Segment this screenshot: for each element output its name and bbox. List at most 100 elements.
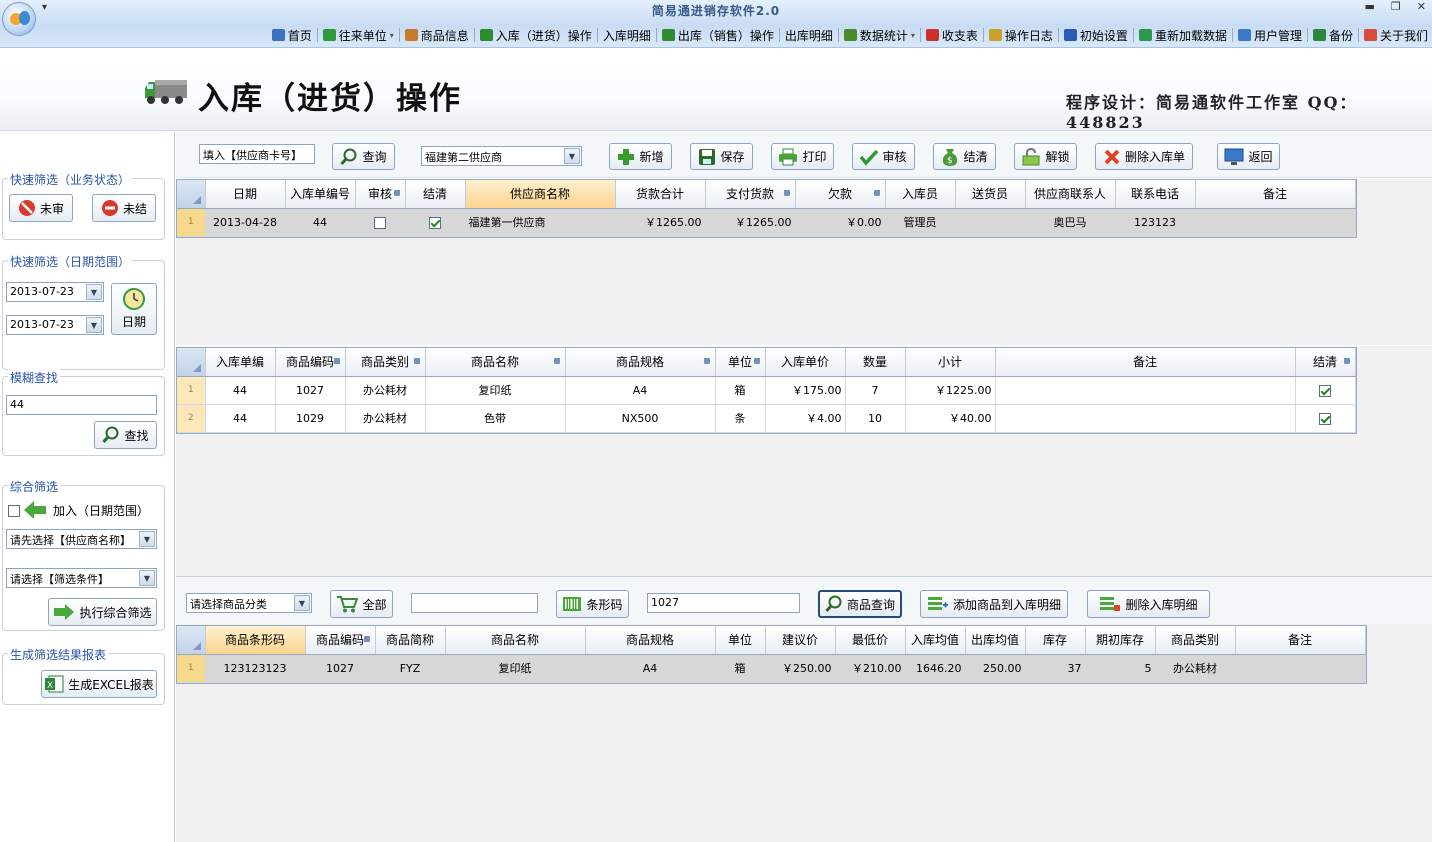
- add-button[interactable]: 新增: [609, 143, 672, 170]
- cell-owed[interactable]: ￥0.00: [795, 208, 886, 237]
- col-detail-price[interactable]: 入库单价: [765, 348, 846, 377]
- col-settled[interactable]: 结清: [405, 180, 466, 209]
- chevron-down-icon[interactable]: ▼: [86, 284, 102, 300]
- cell-remark[interactable]: [1195, 208, 1356, 237]
- cell-subtotal[interactable]: ￥40.00: [905, 404, 996, 433]
- menu-item-1[interactable]: 往来单位 ▾: [319, 25, 398, 45]
- col-detail-order-no[interactable]: 入库单编: [205, 348, 276, 377]
- col-product-category[interactable]: 商品类别: [1155, 626, 1236, 655]
- col-detail-qty[interactable]: 数量: [845, 348, 906, 377]
- save-button[interactable]: 保存: [690, 143, 753, 170]
- category-select[interactable]: 请选择商品分类 ▼: [186, 593, 312, 613]
- chevron-down-icon[interactable]: ▼: [139, 570, 155, 586]
- run-combined-filter-button[interactable]: 执行综合筛选: [48, 598, 157, 626]
- col-detail-name[interactable]: 商品名称: [425, 348, 566, 377]
- product-query-button[interactable]: 商品查询: [818, 590, 902, 618]
- cell-spec[interactable]: A4: [565, 376, 716, 405]
- cell-subtotal[interactable]: ￥1225.00: [905, 376, 996, 405]
- supplier-filter-select[interactable]: 请先选择【供应商名称】 ▼: [6, 529, 157, 549]
- close-button[interactable]: ✕: [1417, 0, 1426, 13]
- date-from-picker[interactable]: 2013-07-23 ▼: [6, 282, 104, 302]
- supplier-select[interactable]: 福建第二供应商 ▼: [421, 146, 582, 166]
- approved-checkbox[interactable]: [374, 216, 386, 229]
- cell-code[interactable]: 1027: [275, 376, 346, 405]
- col-contact[interactable]: 供应商联系人: [1025, 180, 1116, 209]
- col-product-unit[interactable]: 单位: [715, 626, 766, 655]
- menu-item-4[interactable]: 入库明细: [599, 25, 655, 45]
- col-product-short[interactable]: 商品简称: [375, 626, 446, 655]
- approve-button[interactable]: 审核: [852, 143, 915, 170]
- cell-order-no[interactable]: 44: [205, 376, 276, 405]
- cell-in-avg[interactable]: 1646.20: [905, 654, 966, 683]
- details-corner[interactable]: [177, 348, 206, 377]
- col-detail-remark[interactable]: 备注: [995, 348, 1296, 377]
- col-detail-unit[interactable]: 单位: [715, 348, 766, 377]
- fuzzy-search-input[interactable]: 44: [6, 395, 157, 415]
- cell-category[interactable]: 办公耗材: [1155, 654, 1236, 683]
- col-remark[interactable]: 备注: [1195, 180, 1356, 209]
- cell-remark[interactable]: [1235, 654, 1366, 683]
- menu-item-5[interactable]: 出库（销售）操作: [658, 25, 778, 45]
- product-code-input[interactable]: 1027: [647, 593, 800, 613]
- menu-item-14[interactable]: 关于我们: [1360, 25, 1432, 45]
- cell-paid[interactable]: ￥1265.00: [705, 208, 796, 237]
- orders-corner[interactable]: [177, 180, 206, 209]
- fuzzy-search-button[interactable]: 查找: [94, 421, 157, 449]
- table-row[interactable]: 2 44 1029 办公耗材 色带 NX500 条 ￥4.00 10 ￥40.0…: [177, 404, 1356, 433]
- chevron-down-icon[interactable]: ▼: [86, 317, 102, 333]
- col-product-out-avg[interactable]: 出库均值: [965, 626, 1026, 655]
- unlock-button[interactable]: 解锁: [1014, 143, 1077, 170]
- col-detail-subtotal[interactable]: 小计: [905, 348, 996, 377]
- table-row[interactable]: 1 2013-04-28 44 福建第一供应商 ￥1265.00 ￥1265.0…: [177, 208, 1356, 237]
- chevron-down-icon[interactable]: ▼: [294, 595, 310, 611]
- cell-phone[interactable]: 123123: [1115, 208, 1196, 237]
- col-paid[interactable]: 支付货款: [705, 180, 796, 209]
- cell-category[interactable]: 办公耗材: [345, 404, 426, 433]
- delete-detail-button[interactable]: 删除入库明细: [1087, 590, 1210, 618]
- col-product-stock[interactable]: 库存: [1025, 626, 1086, 655]
- cell-price[interactable]: ￥175.00: [765, 376, 846, 405]
- cell-barcode[interactable]: 123123123: [205, 654, 306, 683]
- col-product-spec[interactable]: 商品规格: [585, 626, 716, 655]
- col-product-in-avg[interactable]: 入库均值: [905, 626, 966, 655]
- col-owed[interactable]: 欠款: [795, 180, 886, 209]
- menu-item-13[interactable]: 备份: [1309, 25, 1357, 45]
- col-product-barcode[interactable]: 商品条形码: [205, 626, 306, 655]
- barcode-button[interactable]: 条形码: [556, 590, 629, 618]
- cell-code[interactable]: 1029: [275, 404, 346, 433]
- cell-remark[interactable]: [995, 376, 1296, 405]
- col-product-suggest[interactable]: 建议价: [765, 626, 836, 655]
- col-supplier[interactable]: 供应商名称: [465, 180, 616, 209]
- settled-checkbox[interactable]: [1319, 384, 1331, 397]
- col-detail-code[interactable]: 商品编码: [275, 348, 346, 377]
- cell-clerk[interactable]: 管理员: [885, 208, 956, 237]
- col-product-min[interactable]: 最低价: [835, 626, 906, 655]
- cell-price[interactable]: ￥4.00: [765, 404, 846, 433]
- cell-name[interactable]: 复印纸: [445, 654, 586, 683]
- add-to-detail-button[interactable]: 添加商品到入库明细: [920, 590, 1068, 618]
- col-courier[interactable]: 送货员: [955, 180, 1026, 209]
- cell-remark[interactable]: [995, 404, 1296, 433]
- cell-contact[interactable]: 奥巴马: [1025, 208, 1116, 237]
- col-detail-spec[interactable]: 商品规格: [565, 348, 716, 377]
- col-detail-category[interactable]: 商品类别: [345, 348, 426, 377]
- table-row[interactable]: 1 123123123 1027 FYZ 复印纸 A4 箱 ￥250.00 ￥2…: [177, 654, 1366, 683]
- cell-qty[interactable]: 10: [845, 404, 906, 433]
- menu-item-2[interactable]: 商品信息: [401, 25, 473, 45]
- col-date[interactable]: 日期: [205, 180, 286, 209]
- unapproved-button[interactable]: 未审: [9, 194, 73, 222]
- chevron-down-icon[interactable]: ▼: [564, 148, 580, 164]
- cell-unit[interactable]: 条: [715, 404, 766, 433]
- barcode-input[interactable]: [411, 593, 538, 613]
- menu-item-11[interactable]: 重新加载数据: [1135, 25, 1231, 45]
- cell-init-stock[interactable]: 5: [1085, 654, 1156, 683]
- menu-item-7[interactable]: 数据统计 ▾: [840, 25, 919, 45]
- menu-item-6[interactable]: 出库明细: [781, 25, 837, 45]
- menu-item-12[interactable]: 用户管理: [1234, 25, 1306, 45]
- excel-report-button[interactable]: X 生成EXCEL报表: [41, 670, 157, 698]
- col-phone[interactable]: 联系电话: [1115, 180, 1196, 209]
- cell-qty[interactable]: 7: [845, 376, 906, 405]
- unsettled-button[interactable]: 未结: [92, 194, 156, 222]
- cell-category[interactable]: 办公耗材: [345, 376, 426, 405]
- cell-name[interactable]: 色带: [425, 404, 566, 433]
